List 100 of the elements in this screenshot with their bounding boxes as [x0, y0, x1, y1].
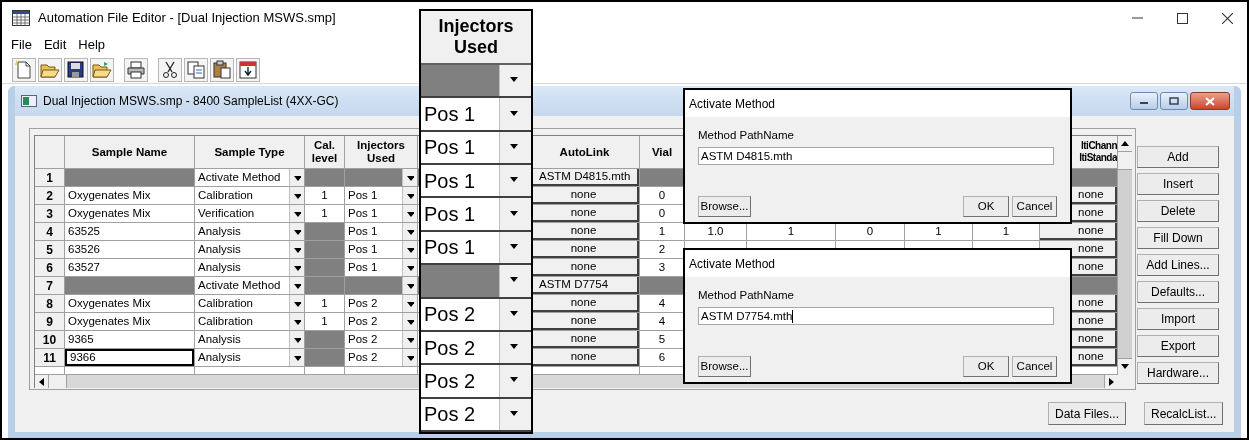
dropdown[interactable]: Pos 2 — [345, 331, 417, 348]
footer-button[interactable]: Data Files... — [1048, 402, 1127, 425]
dropdown[interactable]: Pos 2 — [345, 313, 417, 330]
dropdown[interactable]: Pos 1 — [345, 187, 417, 204]
autolink-button[interactable]: none — [530, 205, 639, 222]
dropdown[interactable]: Pos 1 — [421, 231, 531, 266]
dropdown[interactable]: Calibration — [195, 313, 304, 330]
right-arrow-icon[interactable] — [1109, 377, 1114, 386]
table-cell[interactable]: 63525 — [65, 223, 194, 240]
cut-icon[interactable] — [160, 59, 180, 80]
restore-icon[interactable] — [1169, 97, 1179, 105]
autolink-button[interactable]: ASTM D4815.mth — [530, 169, 639, 186]
dropdown[interactable]: Pos 2 — [421, 298, 531, 332]
up-arrow-icon[interactable] — [1121, 141, 1129, 146]
dropdown[interactable]: Pos 2 — [421, 398, 531, 432]
dropdown[interactable]: Activate Method — [195, 169, 304, 186]
menu-item[interactable]: Edit — [42, 35, 68, 55]
dropdown[interactable]: Pos 1 — [345, 259, 417, 276]
dropdown[interactable]: Calibration — [195, 187, 304, 204]
new-file-icon[interactable] — [14, 59, 34, 80]
dropdown[interactable]: Pos 1 — [421, 98, 531, 132]
dialog-button[interactable]: Browse... — [698, 356, 751, 378]
footer-button[interactable]: RecalcList... — [1144, 402, 1224, 425]
field-label: Method PathName — [698, 288, 795, 303]
dropdown[interactable]: Analysis — [195, 241, 304, 258]
autolink-button[interactable]: ASTM D7754 — [530, 277, 639, 294]
table-cell[interactable]: Oxygenates Mix — [65, 205, 194, 222]
column-header[interactable]: ltiChann ltiStanda — [1070, 140, 1117, 164]
table-cell[interactable]: Oxygenates Mix — [65, 313, 194, 330]
scrollbar-thumb[interactable] — [49, 375, 67, 388]
side-button[interactable]: Insert — [1137, 173, 1219, 195]
table-cell[interactable]: Oxygenates Mix — [65, 187, 194, 204]
side-button[interactable]: Add Lines... — [1137, 254, 1219, 276]
autolink-button[interactable]: none — [530, 259, 639, 276]
open-folder-icon[interactable] — [92, 59, 112, 80]
autolink-button[interactable]: none — [530, 241, 639, 258]
menu-item[interactable]: File — [10, 35, 33, 55]
maximize-icon[interactable] — [1177, 12, 1188, 24]
autolink-button[interactable]: none — [530, 349, 639, 366]
dropdown[interactable]: Pos 1 — [421, 165, 531, 199]
side-button[interactable]: Fill Down — [1137, 227, 1219, 249]
dropdown[interactable]: Pos 1 — [345, 223, 417, 240]
column-header[interactable]: Cal. level — [305, 139, 344, 165]
dropdown[interactable]: Pos 2 — [345, 349, 417, 366]
side-button[interactable]: Delete — [1137, 200, 1219, 222]
dropdown[interactable] — [421, 265, 531, 299]
table-cell[interactable]: Oxygenates Mix — [65, 295, 194, 312]
autolink-button[interactable]: none — [530, 187, 639, 204]
table-cell[interactable]: 9366 — [65, 349, 194, 366]
column-header[interactable]: Sample Name — [91, 145, 168, 159]
dropdown[interactable]: Pos 2 — [421, 331, 531, 366]
dropdown[interactable]: Analysis — [195, 331, 304, 348]
dropdown[interactable]: Pos 2 — [421, 365, 531, 399]
table-cell[interactable]: 63527 — [65, 259, 194, 276]
dialog-button[interactable]: OK — [963, 356, 1009, 378]
import-icon[interactable] — [238, 59, 258, 80]
dialog-button[interactable]: OK — [963, 196, 1009, 218]
dialog-button[interactable]: Cancel — [1012, 196, 1057, 218]
column-header[interactable]: Sample Type — [214, 145, 285, 159]
dropdown[interactable]: Verification — [195, 205, 304, 222]
input-field[interactable]: ASTM D4815.mth — [698, 147, 1054, 166]
dropdown[interactable]: Pos 1 — [421, 198, 531, 232]
dialog-button[interactable]: Browse... — [698, 196, 751, 218]
column-header[interactable]: AutoLink — [559, 145, 610, 159]
scrollbar-thumb[interactable] — [1118, 152, 1132, 170]
vertical-scrollbar[interactable] — [1118, 135, 1132, 374]
autolink-button[interactable]: none — [530, 313, 639, 330]
input-field[interactable]: ASTM D7754.mth — [698, 307, 1054, 326]
table-cell[interactable]: 9365 — [65, 331, 194, 348]
dropdown[interactable]: Analysis — [195, 259, 304, 276]
dropdown[interactable]: Calibration — [195, 295, 304, 312]
dropdown[interactable]: Analysis — [195, 223, 304, 240]
save-icon[interactable] — [66, 59, 86, 80]
autolink-button[interactable]: none — [530, 223, 639, 240]
side-button[interactable]: Hardware... — [1137, 362, 1219, 384]
multichannel-button[interactable]: none — [1040, 223, 1117, 240]
dropdown[interactable]: Pos 1 — [345, 205, 417, 222]
print-icon[interactable] — [126, 59, 146, 80]
side-button[interactable]: Import — [1137, 308, 1219, 330]
dropdown[interactable]: Pos 1 — [345, 241, 417, 258]
dropdown[interactable] — [421, 65, 531, 99]
dropdown[interactable]: Pos 2 — [345, 295, 417, 312]
side-button[interactable]: Export — [1137, 335, 1219, 357]
side-button[interactable]: Add — [1137, 146, 1219, 168]
down-arrow-icon[interactable] — [1121, 364, 1129, 369]
dropdown[interactable]: Activate Method — [195, 277, 304, 294]
copy-icon[interactable] — [186, 59, 206, 80]
menu-item[interactable]: Help — [77, 35, 107, 55]
dropdown[interactable]: Pos 1 — [421, 131, 531, 166]
side-button[interactable]: Defaults... — [1137, 281, 1219, 303]
left-arrow-icon[interactable] — [39, 377, 44, 386]
column-header[interactable]: Vial — [651, 145, 673, 159]
autolink-button[interactable]: none — [530, 331, 639, 348]
paste-icon[interactable] — [212, 59, 232, 80]
table-cell[interactable]: 63526 — [65, 241, 194, 258]
autolink-button[interactable]: none — [530, 295, 639, 312]
dialog-button[interactable]: Cancel — [1012, 356, 1057, 378]
dropdown[interactable]: Analysis — [195, 349, 304, 366]
column-header[interactable]: Injectors Used — [345, 139, 417, 165]
close-icon[interactable] — [1222, 12, 1233, 24]
